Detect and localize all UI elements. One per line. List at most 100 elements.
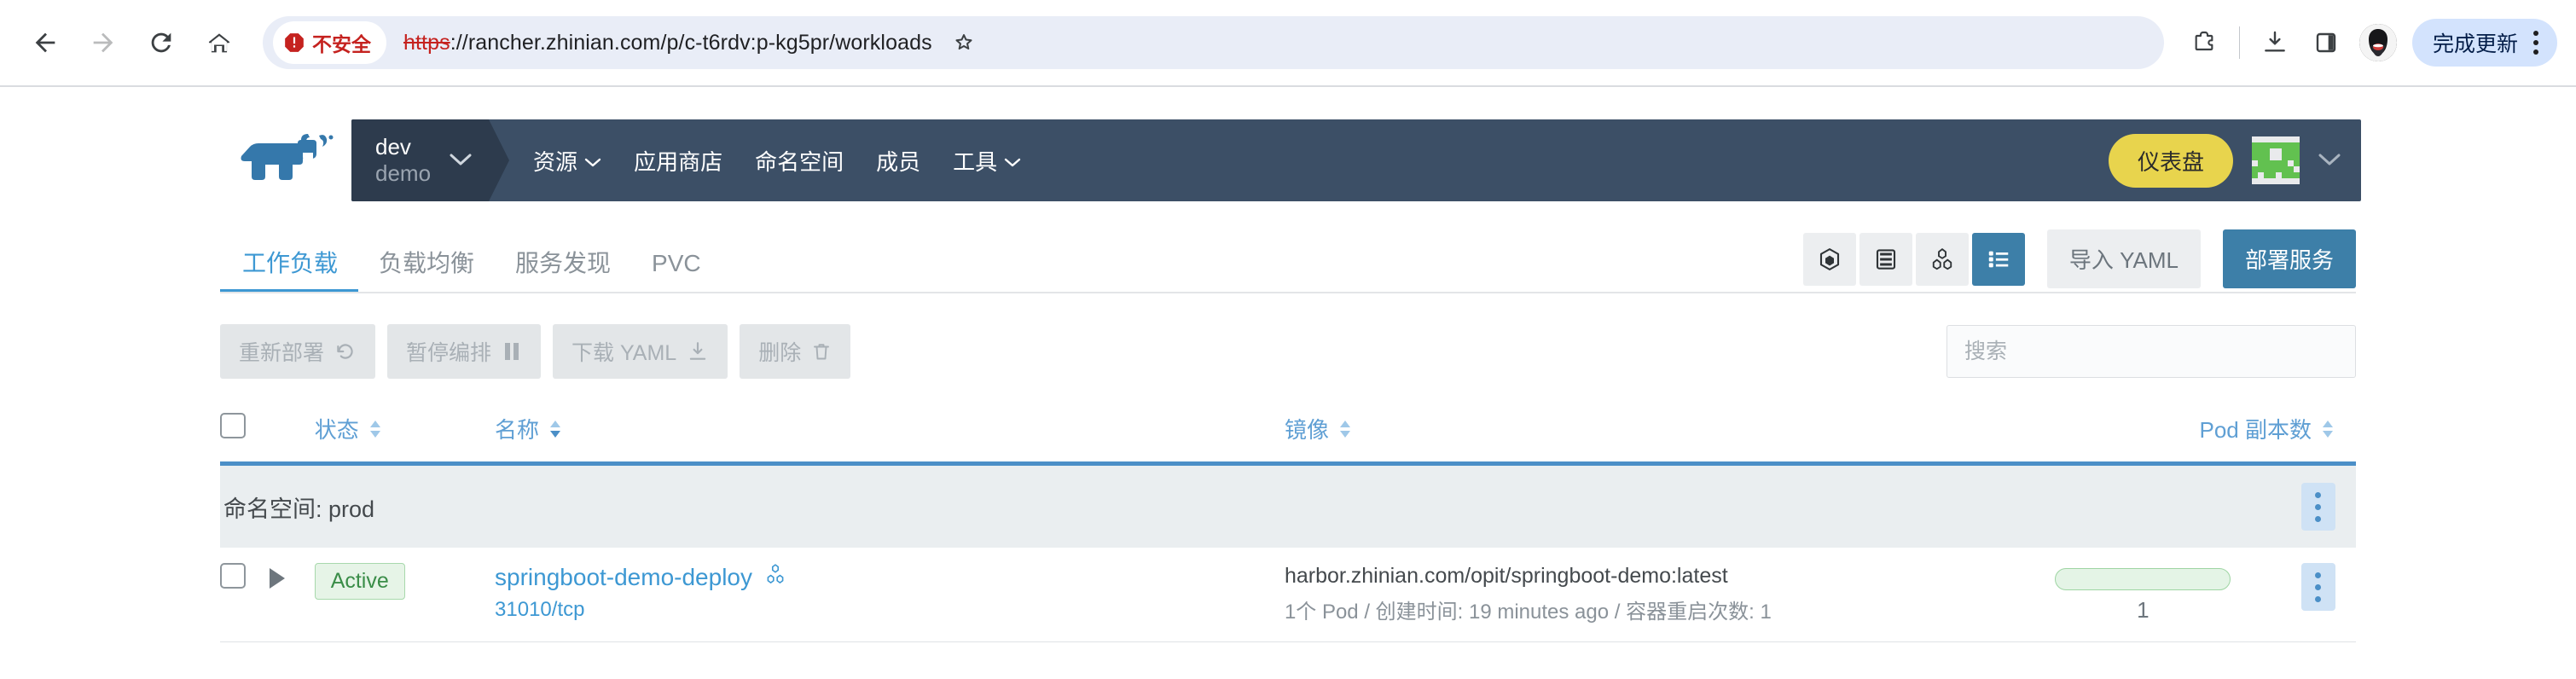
image-meta: 1个 Pod / 创建时间: 19 minutes ago / 容器重启次数: … [1284,601,1772,624]
expand-header [270,401,314,461]
profile-avatar[interactable] [2358,24,2397,61]
name-header[interactable]: 名称 [495,401,1285,461]
workloads-table-wrap: 状态 名称 镜像 Pod 副本数 命名空间: prod Active sprin… [0,401,2576,643]
namespace-group-menu-cell [2280,466,2356,548]
rancher-top-header: dev demo 资源 应用商店 命名空间 成员 工具 仪表盘 [0,119,2576,201]
redeploy-icon [337,344,353,359]
nav-item-resources[interactable]: 资源 [533,145,601,177]
menu-dot [2315,515,2322,522]
nav-item-members[interactable]: 成员 [876,145,920,177]
row-state-cell: Active [314,548,496,643]
search-box[interactable] [1947,325,2356,378]
row-name-cell: springboot-demo-deploy 31010/tcp [495,548,1285,643]
pod-scale-bar[interactable] [2055,568,2231,590]
view-list-button[interactable] [1971,232,2025,286]
workloads-table: 状态 名称 镜像 Pod 副本数 命名空间: prod Active sprin… [220,401,2356,643]
row-actions-menu-button[interactable] [2300,563,2335,611]
header-right-actions: 仪表盘 [2108,119,2361,201]
extensions-button[interactable] [2179,18,2229,67]
list-view-icon [1988,251,2009,267]
pods-header[interactable]: Pod 副本数 [2022,401,2356,461]
rancher-logo[interactable] [220,119,351,201]
reload-button[interactable] [135,16,188,69]
state-header[interactable]: 状态 [315,401,495,461]
namespace-group-label: 命名空间: prod [223,496,375,522]
row-select-cell [220,548,270,643]
cluster-project-selector[interactable]: dev demo [351,119,510,201]
rancher-cow-logo-icon [241,134,334,180]
content-tabs: 工作负载 负载均衡 服务发现 PVC [220,230,722,293]
forward-arrow-icon [93,32,113,53]
redeploy-button[interactable]: 重新部署 [220,324,376,379]
downloads-button[interactable] [2250,18,2300,67]
download-yaml-label: 下载 YAML [571,341,677,365]
pause-orchestration-button[interactable]: 暂停编排 [387,324,542,379]
header-nav-items: 资源 应用商店 命名空间 成员 工具 [489,119,2109,201]
cluster-icon [768,564,784,583]
not-secure-icon [285,33,304,52]
download-yaml-button[interactable]: 下载 YAML [553,324,728,379]
reload-icon [151,32,171,53]
view-server-button[interactable] [1859,232,1912,286]
toolbar-separator [2238,26,2240,59]
search-input[interactable] [1964,339,2338,364]
workload-port-link[interactable]: 31010/tcp [495,598,584,622]
avatar-image [2358,24,2397,61]
home-button[interactable] [193,16,246,69]
tab-pvc[interactable]: PVC [631,252,722,293]
import-yaml-button[interactable]: 导入 YAML [2046,229,2201,288]
select-all-checkbox[interactable] [220,413,246,438]
site-security-chip[interactable]: 不安全 [273,21,386,64]
nav-item-namespaces[interactable]: 命名空间 [755,145,844,177]
nav-label: 成员 [876,148,921,175]
nav-item-app-store[interactable]: 应用商店 [634,145,722,177]
menu-dot [2315,595,2322,602]
forward-button[interactable] [77,16,130,69]
nav-label: 工具 [953,148,998,175]
pod-count-label: 1 [2137,597,2150,623]
namespace-group-menu-button[interactable] [2300,483,2335,531]
delete-button[interactable]: 删除 [740,324,851,379]
user-avatar-identicon[interactable] [2252,136,2300,184]
browser-toolbar: 不安全 https://rancher.zhinian.com/p/c-t6rd… [0,0,2576,85]
row-checkbox[interactable] [220,563,246,589]
bulk-action-toolbar: 重新部署 暂停编排 下载 YAML 删除 [0,324,2576,379]
nav-label: 应用商店 [634,148,723,175]
tab-workloads[interactable]: 工作负载 [220,252,359,293]
tabs-action-buttons: 导入 YAML 部署服务 [1802,229,2356,293]
status-badge: Active [314,563,405,600]
tab-load-balancing[interactable]: 负载均衡 [358,252,495,293]
chrome-menu-button[interactable] [2520,31,2552,55]
menu-dot [2315,572,2322,578]
side-panel-button[interactable] [2301,18,2351,67]
nav-item-tools[interactable]: 工具 [953,145,1021,177]
bookmark-button[interactable] [941,20,987,66]
view-cube-button[interactable] [1802,232,1856,286]
address-bar[interactable]: 不安全 https://rancher.zhinian.com/p/c-t6rd… [263,16,2164,69]
workload-type-icon [764,563,786,591]
state-header-label: 状态 [314,417,359,443]
image-header[interactable]: 镜像 [1285,401,2023,461]
row-menu-cell [2280,548,2356,643]
star-icon [955,34,972,50]
url-rest: ://rancher.zhinian.com/p/c-t6rdv:p-kg5pr… [450,30,932,55]
menu-dot [2315,583,2322,590]
select-all-header [220,401,270,461]
tab-service-discovery[interactable]: 服务发现 [495,252,631,293]
deploy-service-button[interactable]: 部署服务 [2222,229,2356,288]
menu-dot [2533,49,2538,55]
back-button[interactable] [19,16,72,69]
tabs-underline [220,292,2356,293]
workload-name-link[interactable]: springboot-demo-deploy [495,564,752,590]
menu-dot [2533,31,2538,36]
update-label: 完成更新 [2432,32,2518,56]
url-scheme: https [403,30,450,55]
chevron-down-icon[interactable] [2318,151,2341,170]
nav-label: 命名空间 [755,148,844,175]
expand-row-icon[interactable] [270,568,286,589]
dashboard-button[interactable]: 仪表盘 [2108,133,2233,188]
cluster-icon [1932,247,1952,270]
table-row[interactable]: Active springboot-demo-deploy 31010/tcp … [220,548,2356,643]
view-cluster-button[interactable] [1915,232,1969,286]
update-button[interactable]: 完成更新 [2411,19,2557,67]
